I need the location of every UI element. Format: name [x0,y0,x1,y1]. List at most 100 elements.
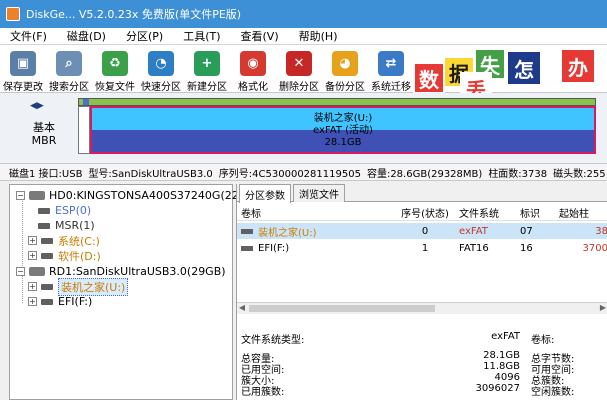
tab-browse-files[interactable]: 浏览文件 [293,184,345,202]
expand-icon[interactable]: + [28,236,37,245]
tree-partition-label: 装机之家(U:) [58,277,129,296]
col-start-cylinder[interactable]: 起始柱 [559,204,607,220]
toolbar-label: 系统迁移 [371,82,411,93]
stat-label: 已用簇数: [241,387,285,398]
stat-label-2: 空闲簇数: [531,387,575,398]
stat-row: 文件系统类型: exFAT 卷标: [237,331,607,346]
stat-value: 28.1GB [483,350,520,361]
horizontal-scrollbar[interactable]: ◀ ▶ [237,302,607,314]
cell-index: 0 [421,225,429,237]
menu-help[interactable]: 帮助(H) [292,28,345,44]
toolbar-label: 快速分区 [141,82,181,93]
disk-info-bar: 磁盘1 接口:USB 型号:SanDiskUltraUSB3.0 序列号:4C5… [0,163,607,181]
tree-disk-hd0[interactable]: − HD0:KINGSTONSA400S37240G(22 [16,188,239,203]
quick-partition-icon: ◔ [148,51,174,76]
backup-partition-button[interactable]: ◕ 备份分区 [322,45,368,93]
expand-icon[interactable]: + [28,297,37,306]
disk-interface: 磁盘1 接口:USB [9,168,83,180]
partition-icon [41,283,53,290]
delete-partition-button[interactable]: ✕ 删除分区 [276,45,322,93]
toolbar-label: 格式化 [238,82,268,93]
col-id[interactable]: 标识 [520,204,550,220]
col-volume-label[interactable]: 卷标 [241,204,391,220]
menu-file[interactable]: 文件(F) [0,28,54,44]
tree-partition-label: 软件(D:) [58,249,101,263]
scroll-right-icon[interactable]: ▶ [598,303,607,312]
toolbar-label: 删除分区 [279,82,319,93]
toolbar-label: 新建分区 [187,82,227,93]
disk-model: 型号:SanDiskUltraUSB3.0 [88,168,213,180]
tree-partition-c[interactable]: + 系统(C:) [28,233,100,248]
menu-view[interactable]: 查看(V) [234,28,286,44]
expand-icon[interactable]: + [28,282,37,291]
save-changes-button[interactable]: ▣ 保存更改 [0,45,46,93]
backup-partition-icon: ◕ [332,51,358,76]
disk-nav-arrows-icon[interactable]: ◀▶ [30,101,44,111]
partition-icon [241,245,253,251]
disk-type-basic: 基本 [33,121,55,134]
new-partition-icon: + [194,51,220,76]
stat-value: 11.8GB [483,361,520,372]
partition-size: 28.1GB [324,137,362,148]
format-button[interactable]: ◉ 格式化 [230,45,276,93]
scroll-left-icon[interactable]: ◀ [237,303,247,312]
quick-partition-button[interactable]: ◔ 快速分区 [138,45,184,93]
partition-u-block[interactable]: 装机之家(U:) exFAT (活动) 28.1GB [90,106,596,154]
stat-row: 已用空间: 11.8GB 可用空间: [237,361,607,376]
partition-efi-block[interactable] [78,106,90,154]
system-migrate-button[interactable]: ⇄ 系统迁移 [368,45,414,93]
save-icon: ▣ [10,51,36,76]
disk-capacity: 容量:28.6GB(29328MB) [366,168,483,180]
tree-partition-u[interactable]: + 装机之家(U:) [28,277,129,296]
collapse-icon[interactable]: − [16,267,25,276]
search-partition-icon: ⌕ [56,51,82,76]
cell-label: EFI(F:) [258,242,290,254]
stat-row: 已用簇数: 3096027 空闲簇数: [237,383,607,398]
expand-icon[interactable]: + [28,251,37,260]
cell-start: 3700 [582,242,607,254]
toolbar-label: 恢复文件 [95,82,135,93]
title-bar: DiskGe... V5.2.0.23x 免费版(单文件PE版) [0,0,607,28]
tree-partition-msr[interactable]: MSR(1) [38,218,95,233]
partition-icon [38,207,50,214]
menu-tools[interactable]: 工具(T) [176,28,227,44]
disk-map-area: ◀▶ 基本 MBR 装机之家(U:) exFAT (活动) 28.1GB [0,93,607,163]
col-filesystem[interactable]: 文件系统 [459,204,514,220]
new-partition-button[interactable]: + 新建分区 [184,45,230,93]
tree-disk-label: RD1:SanDiskUltraUSB3.0(29GB) [49,265,226,278]
table-row[interactable]: 装机之家(U:) 0 exFAT 07 38 [237,223,607,239]
scrollbar-thumb[interactable] [249,305,435,312]
tree-partition-label: 系统(C:) [58,234,100,248]
hard-disk-icon [29,191,45,200]
menu-disk[interactable]: 磁盘(D) [60,28,113,44]
partition-u-label: 装机之家(U:) exFAT (活动) 28.1GB [92,113,594,149]
disk-type-label: 基本 MBR [24,121,64,147]
tree-partition-d[interactable]: + 软件(D:) [28,248,101,263]
cell-id: 07 [520,225,533,237]
format-icon: ◉ [240,51,266,76]
toolbar-label: 搜索分区 [49,82,89,93]
disk-usage-strip [78,98,596,106]
delete-partition-icon: ✕ [286,51,312,76]
collapse-icon[interactable]: − [16,191,25,200]
table-row[interactable]: EFI(F:) 1 FAT16 16 3700 [237,240,607,256]
menu-partition[interactable]: 分区(P) [119,28,170,44]
col-index-status[interactable]: 序号(状态) [395,204,455,220]
search-partition-button[interactable]: ⌕ 搜索分区 [46,45,92,93]
disk-serial: 序列号:4C530000281119505 [218,168,361,180]
tree-partition-f[interactable]: + EFI(F:) [28,294,92,309]
stat-label: 文件系统类型: [241,335,305,346]
tab-bar: 分区参数 浏览文件 [237,184,607,203]
tree-partition-label: ESP(0) [55,204,92,217]
window-title: DiskGe... V5.2.0.23x 免费版(单文件PE版) [26,8,242,21]
toolbar-label: 保存更改 [3,82,43,93]
row-label-cell: EFI(F:) [241,240,391,256]
cell-index: 1 [421,242,429,254]
stat-value: 4096 [494,372,520,383]
recover-files-button[interactable]: ♻ 恢复文件 [92,45,138,93]
tree-partition-esp[interactable]: ESP(0) [38,203,91,218]
partition-icon [41,237,53,244]
cell-label: 装机之家(U:) [258,227,317,239]
tab-partition-params[interactable]: 分区参数 [239,184,291,203]
toolbar-label: 备份分区 [325,82,365,93]
